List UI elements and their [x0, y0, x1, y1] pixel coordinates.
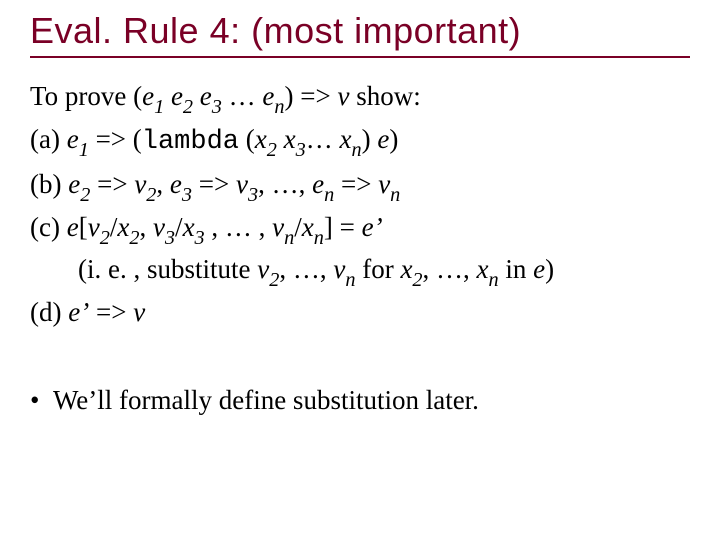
slide: Eval. Rule 4: (most important) To prove …	[0, 0, 720, 540]
rule-d: (d) e’ => v	[30, 292, 690, 333]
slide-body: To prove (e1 e2 e3 … en) => v show: (a) …	[30, 76, 690, 421]
rule-a: (a) e1 => (lambda (x2 x3… xn) e)	[30, 119, 690, 163]
rule-b: (b) e2 => v2, e3 => v3, …, en => vn	[30, 164, 690, 205]
bullet-note: • We’ll formally define substitution lat…	[30, 380, 690, 421]
intro-line: To prove (e1 e2 e3 … en) => v show:	[30, 76, 690, 117]
rule-c: (c) e[v2/x2, v3/x3 , … , vn/xn] = e’	[30, 207, 690, 248]
rule-c-note: (i. e. , substitute v2, …, vn for x2, …,…	[78, 249, 690, 290]
slide-title: Eval. Rule 4: (most important)	[30, 10, 690, 58]
